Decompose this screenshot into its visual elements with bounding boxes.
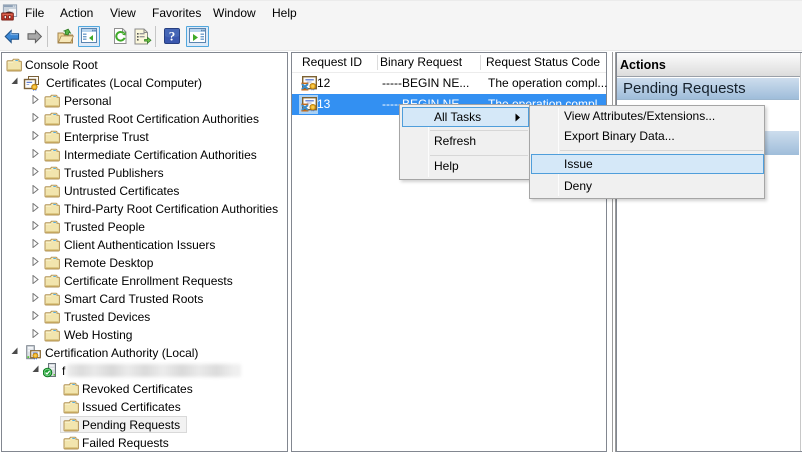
svg-text:?: ?: [169, 29, 176, 44]
